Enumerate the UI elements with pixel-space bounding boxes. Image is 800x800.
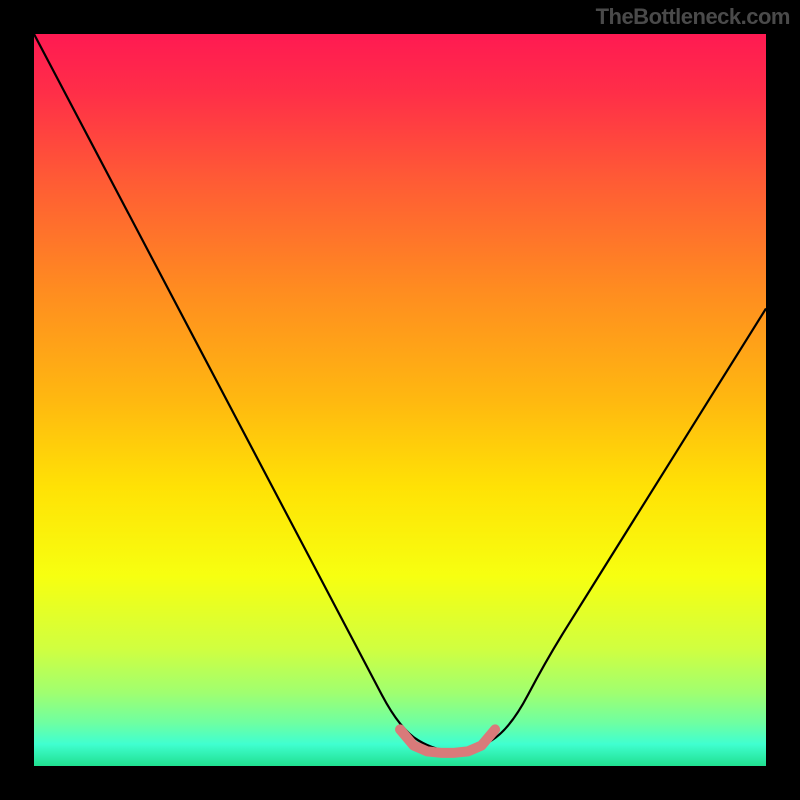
watermark-text: TheBottleneck.com — [596, 4, 790, 30]
chart-frame: TheBottleneck.com — [0, 0, 800, 800]
plot-area — [34, 34, 766, 766]
bottleneck-chart-svg — [34, 34, 766, 766]
gradient-background — [34, 34, 766, 766]
